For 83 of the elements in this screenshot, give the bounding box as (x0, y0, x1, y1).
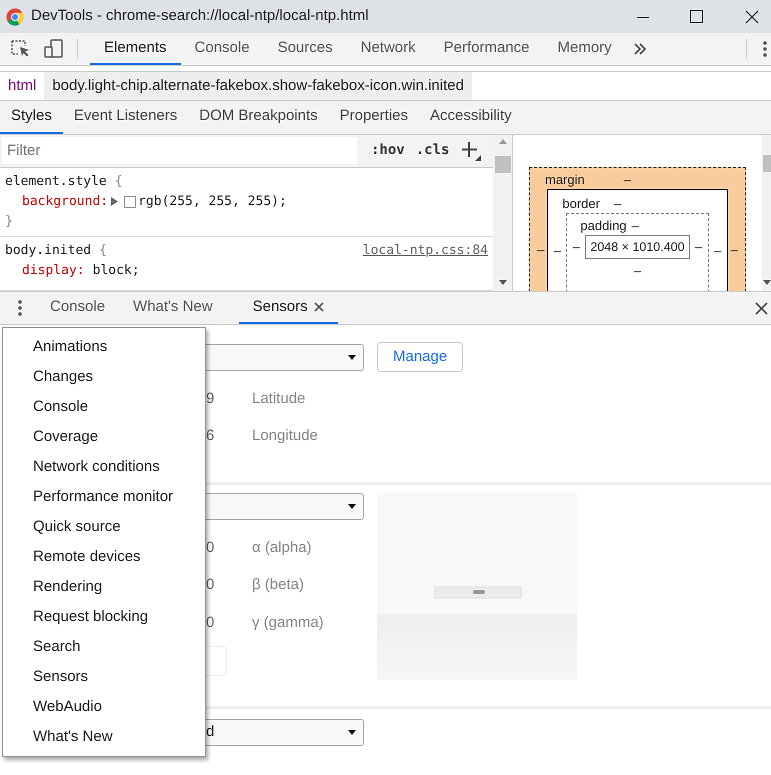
input-field[interactable]: 0 (206, 574, 252, 596)
css-value: rgb(255, 255, 255); (138, 192, 287, 211)
box-value: – (624, 170, 631, 189)
inspect-icon[interactable] (11, 40, 31, 58)
close-icon[interactable] (314, 302, 324, 312)
box-label: padding (580, 216, 627, 235)
box-value: – (632, 216, 639, 235)
menu-item[interactable]: Remote devices (3, 542, 205, 572)
menu-item[interactable]: Coverage (3, 422, 205, 452)
css-property: background: (22, 192, 108, 211)
css-selector: body.inited (5, 242, 92, 260)
box-value: – (694, 238, 704, 256)
menu-item[interactable]: Sensors (3, 662, 205, 692)
drawer-tab[interactable]: Sensors (238, 292, 338, 324)
more-options-icon[interactable] (763, 41, 767, 57)
brace: } (5, 212, 13, 231)
sidebar-tab[interactable]: Event Listeners (62, 101, 188, 134)
scrollbar[interactable] (762, 135, 771, 291)
menu-item[interactable]: Quick source (3, 512, 205, 542)
device-toggle-icon[interactable] (44, 39, 64, 59)
css-property: display: (22, 262, 85, 280)
box-label: border (562, 194, 600, 213)
field-label: β (beta) (252, 575, 304, 595)
menu-item[interactable]: Console (3, 392, 205, 422)
dropdown[interactable]: d (206, 719, 364, 746)
menu-item[interactable]: What's New (3, 722, 205, 752)
more-tabs-icon[interactable] (634, 43, 646, 55)
color-swatch[interactable] (124, 196, 136, 208)
drawer-tab[interactable]: What's New (119, 292, 227, 324)
class-toggle[interactable]: .cls (416, 140, 450, 162)
box-label: margin (545, 170, 585, 189)
menu-item[interactable]: Changes (3, 362, 205, 392)
field-label: α (alpha) (252, 538, 312, 558)
brace: { (99, 242, 107, 260)
panel-tab[interactable]: Performance (430, 33, 544, 65)
breadcrumb[interactable]: body.light-chip.alternate-fakebox.show-fakebox-icon.win.inited (44, 72, 472, 100)
maximize-icon[interactable] (690, 10, 703, 23)
drawer-tab[interactable]: Console (36, 292, 120, 324)
sidebar-tab[interactable]: Accessibility (419, 101, 523, 134)
box-value: – (552, 242, 562, 260)
menu-item[interactable]: Search (3, 632, 205, 662)
input-field[interactable]: 0 (206, 536, 252, 559)
menu-item[interactable]: Animations (3, 332, 205, 362)
box-value: – (572, 238, 581, 256)
breadcrumb[interactable]: html (0, 72, 44, 100)
filter-field[interactable]: Filter (2, 137, 357, 164)
panel-tab[interactable]: Memory (544, 33, 626, 65)
browser-logo-icon (6, 8, 24, 26)
css-selector: element.style (5, 172, 107, 191)
input-field[interactable]: 6 (206, 425, 252, 448)
box-value: – (730, 241, 739, 259)
close-icon[interactable] (745, 10, 759, 24)
sidebar-tab[interactable]: Properties (328, 101, 419, 134)
box-value: – (712, 242, 722, 260)
window-title: DevTools - chrome-search://local-ntp/local-ntp.html (31, 6, 369, 26)
panel-tab[interactable]: Sources (264, 33, 347, 65)
input-field[interactable]: 9 (206, 388, 252, 411)
manage-button[interactable]: Manage (377, 342, 464, 372)
brace: { (114, 172, 123, 191)
box-value: – (614, 194, 622, 213)
panel-tab[interactable]: Network (346, 33, 430, 65)
menu-item[interactable]: WebAudio (3, 692, 205, 722)
content-size: 2048 × 1010.400 (585, 235, 690, 259)
expand-icon[interactable] (111, 197, 118, 206)
scrollbar[interactable] (493, 135, 512, 291)
field-label: γ (gamma) (252, 612, 324, 632)
menu-item[interactable]: Request blocking (3, 602, 205, 632)
panel-tab[interactable]: Console (180, 33, 264, 65)
new-rule-icon[interactable] (461, 140, 482, 161)
box-value: – (634, 262, 642, 280)
close-icon[interactable] (755, 302, 768, 314)
menu-item[interactable]: Performance monitor (3, 482, 205, 512)
box-value: – (536, 241, 546, 259)
menu-item[interactable]: Rendering (3, 572, 205, 602)
hover-state-toggle[interactable]: :hov (371, 140, 405, 162)
input-field[interactable]: 0 (206, 612, 252, 634)
more-tools-icon[interactable] (18, 300, 22, 316)
css-value: block; (92, 262, 140, 280)
field-label: Longitude (252, 426, 318, 446)
field-label: Latitude (252, 389, 306, 410)
menu-item[interactable]: Network conditions (3, 452, 205, 482)
source-link[interactable]: local-ntp.css:84 (362, 240, 488, 261)
sidebar-tab[interactable]: DOM Breakpoints (188, 101, 329, 134)
